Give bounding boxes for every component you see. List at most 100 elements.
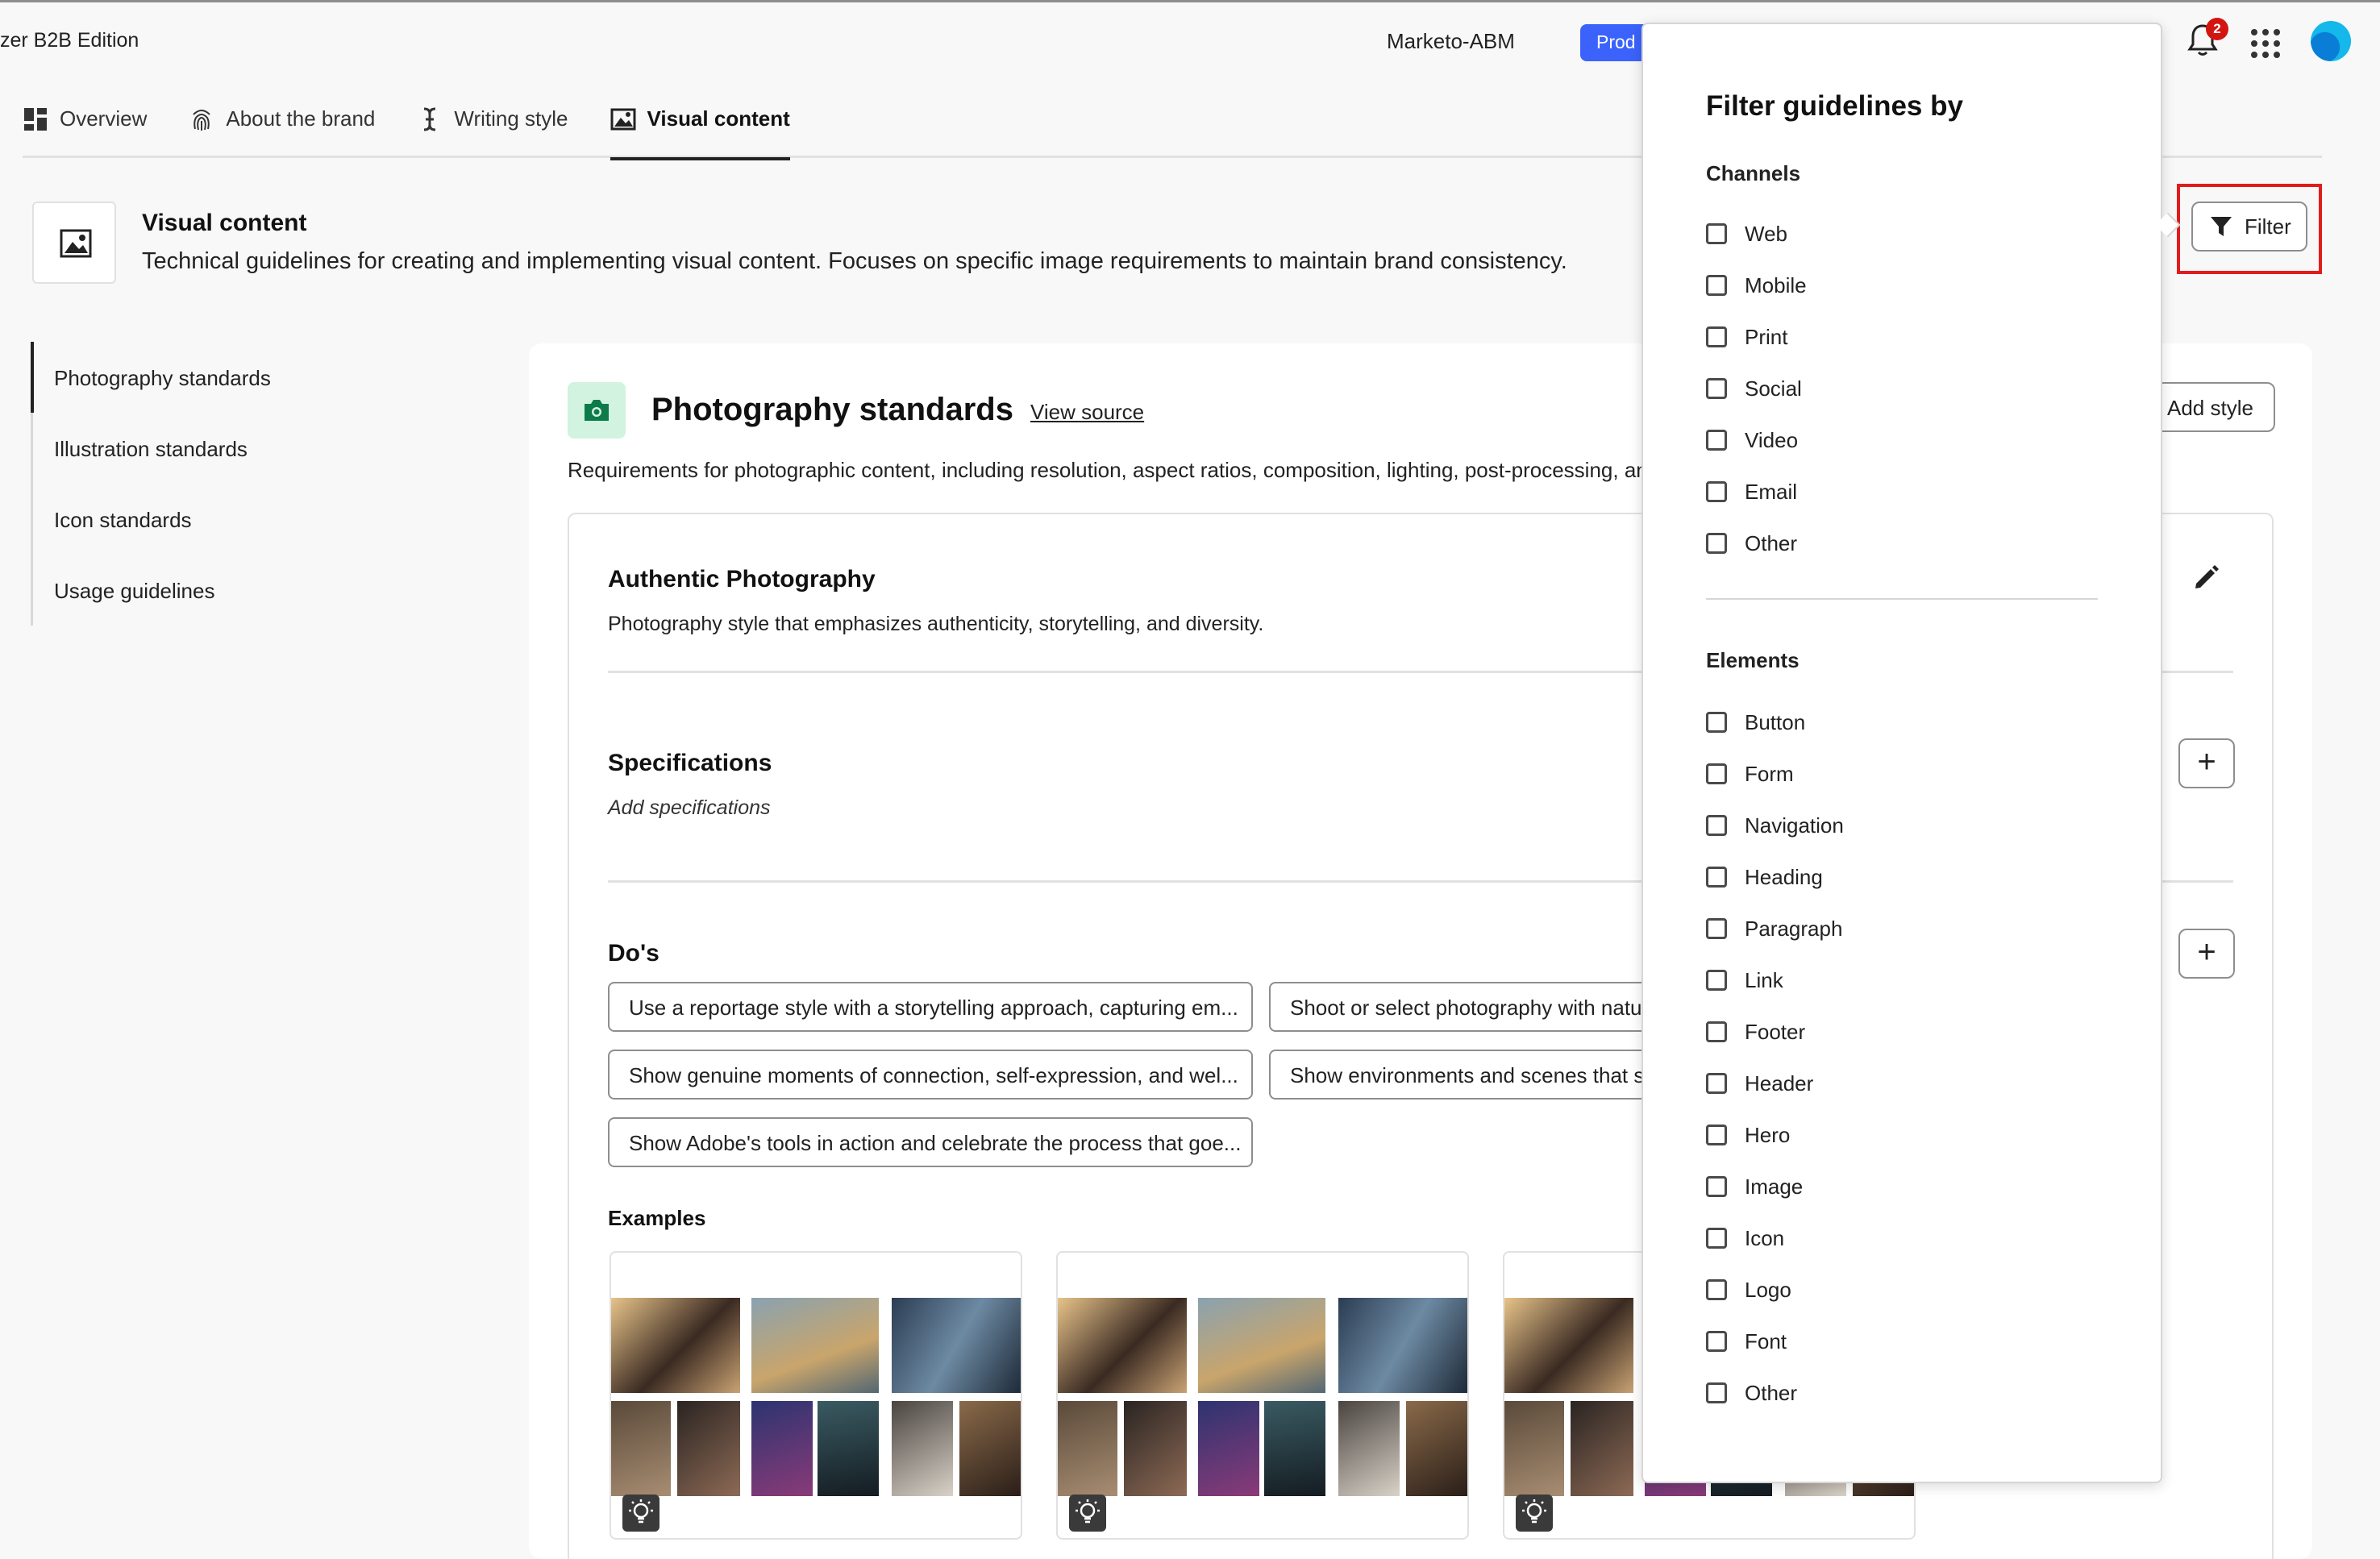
tab-label: Writing style	[454, 106, 568, 131]
checkbox-label: Video	[1745, 427, 1799, 452]
left-nav: Photography standards Illustration stand…	[31, 342, 305, 626]
checkbox[interactable]	[1706, 533, 1727, 554]
lightbulb-icon	[1516, 1495, 1553, 1532]
checkbox[interactable]	[1706, 815, 1727, 836]
element-header-checkbox[interactable]: Header	[1706, 1058, 1813, 1109]
image-icon	[60, 229, 92, 258]
checkbox-label: Navigation	[1745, 813, 1844, 838]
checkbox[interactable]	[1706, 1279, 1727, 1300]
checkbox[interactable]	[1706, 712, 1727, 733]
checkbox-label: Print	[1745, 324, 1788, 349]
checkbox[interactable]	[1706, 1382, 1727, 1403]
checkbox[interactable]	[1706, 223, 1727, 244]
element-button-checkbox[interactable]: Button	[1706, 696, 1805, 748]
channel-other-checkbox[interactable]: Other	[1706, 518, 1797, 569]
add-do-button[interactable]: +	[2178, 929, 2235, 979]
checkbox[interactable]	[1706, 1073, 1727, 1094]
checkbox[interactable]	[1706, 867, 1727, 888]
add-specification-button[interactable]: +	[2178, 738, 2235, 788]
checkbox[interactable]	[1706, 275, 1727, 296]
channels-title: Channels	[1706, 161, 1801, 185]
channel-video-checkbox[interactable]: Video	[1706, 414, 1798, 466]
checkbox[interactable]	[1706, 1331, 1727, 1352]
popover-divider	[1706, 598, 2098, 600]
tab-about-the-brand[interactable]: About the brand	[189, 103, 375, 158]
element-form-checkbox[interactable]: Form	[1706, 748, 1794, 800]
checkbox[interactable]	[1706, 481, 1727, 502]
checkbox[interactable]	[1706, 918, 1727, 939]
workspace-name[interactable]: Marketo-ABM	[1387, 29, 1515, 54]
channel-print-checkbox[interactable]: Print	[1706, 311, 1787, 363]
leftnav-item-illustration[interactable]: Illustration standards	[33, 413, 305, 484]
tab-overview[interactable]: Overview	[23, 103, 147, 158]
tab-visual-content[interactable]: Visual content	[610, 103, 790, 160]
element-font-checkbox[interactable]: Font	[1706, 1316, 1787, 1367]
dos-title: Do's	[608, 940, 659, 967]
checkbox-label: Social	[1745, 376, 1802, 401]
popover-title: Filter guidelines by	[1706, 90, 1963, 122]
page-icon-box	[32, 202, 116, 284]
element-paragraph-checkbox[interactable]: Paragraph	[1706, 903, 1842, 954]
filter-button[interactable]: Filter	[2191, 202, 2307, 252]
checkbox[interactable]	[1706, 378, 1727, 399]
checkbox[interactable]	[1706, 1176, 1727, 1197]
element-icon-checkbox[interactable]: Icon	[1706, 1212, 1784, 1264]
channel-email-checkbox[interactable]: Email	[1706, 466, 1797, 518]
element-navigation-checkbox[interactable]: Navigation	[1706, 800, 1844, 851]
element-heading-checkbox[interactable]: Heading	[1706, 851, 1823, 903]
checkbox-label: Form	[1745, 761, 1794, 786]
add-specifications-placeholder[interactable]: Add specifications	[608, 796, 771, 820]
example-card[interactable]	[1056, 1251, 1469, 1540]
add-style-button[interactable]: Add style	[2145, 382, 2275, 432]
section-title: Photography standards	[651, 392, 1013, 427]
element-hero-checkbox[interactable]: Hero	[1706, 1109, 1790, 1161]
checkbox-label: Mobile	[1745, 272, 1807, 297]
do-chip[interactable]: Shoot or select photography with natu	[1269, 982, 1641, 1032]
lightbulb-icon	[1069, 1495, 1106, 1532]
tab-writing-style[interactable]: Writing style	[417, 103, 568, 158]
avatar[interactable]	[2311, 21, 2351, 61]
checkbox[interactable]	[1706, 970, 1727, 991]
app-title: zer B2B Edition	[0, 29, 139, 52]
checkbox[interactable]	[1706, 1228, 1727, 1249]
checkbox-label: Other	[1745, 530, 1798, 555]
do-chip[interactable]: Show environments and scenes that se	[1269, 1050, 1641, 1100]
checkbox[interactable]	[1706, 1021, 1727, 1042]
channel-web-checkbox[interactable]: Web	[1706, 208, 1787, 260]
element-other-checkbox[interactable]: Other	[1706, 1367, 1797, 1419]
channel-social-checkbox[interactable]: Social	[1706, 363, 1802, 414]
checkbox-label: Footer	[1745, 1019, 1806, 1044]
element-image-checkbox[interactable]: Image	[1706, 1161, 1803, 1212]
checkbox[interactable]	[1706, 763, 1727, 784]
filter-icon	[2211, 217, 2232, 236]
do-chip[interactable]: Show Adobe's tools in action and celebra…	[608, 1117, 1253, 1167]
checkbox-label: Web	[1745, 221, 1787, 246]
leftnav-item-photography[interactable]: Photography standards	[31, 342, 305, 413]
element-link-checkbox[interactable]: Link	[1706, 954, 1783, 1006]
checkbox-label: Paragraph	[1745, 916, 1843, 941]
do-chip[interactable]: Use a reportage style with a storytellin…	[608, 982, 1253, 1032]
example-card[interactable]	[610, 1251, 1022, 1540]
checkbox-label: Other	[1745, 1380, 1798, 1405]
checkbox-label: Logo	[1745, 1277, 1791, 1302]
checkbox[interactable]	[1706, 326, 1727, 347]
element-logo-checkbox[interactable]: Logo	[1706, 1264, 1791, 1316]
checkbox[interactable]	[1706, 430, 1727, 451]
leftnav-item-usage[interactable]: Usage guidelines	[33, 555, 305, 626]
element-footer-checkbox[interactable]: Footer	[1706, 1006, 1805, 1058]
page-title: Visual content	[142, 210, 307, 236]
tab-label: Visual content	[647, 106, 790, 131]
do-chip[interactable]: Show genuine moments of connection, self…	[608, 1050, 1253, 1100]
leftnav-item-icon[interactable]: Icon standards	[33, 484, 305, 555]
app-grid-icon[interactable]	[2251, 29, 2280, 58]
edit-icon[interactable]	[2190, 561, 2222, 593]
examples-title: Examples	[608, 1206, 706, 1230]
checkbox-label: Hero	[1745, 1122, 1791, 1147]
view-source-link[interactable]: View source	[1030, 400, 1144, 425]
specifications-title: Specifications	[608, 750, 772, 776]
checkbox[interactable]	[1706, 1125, 1727, 1145]
image-icon	[610, 106, 636, 132]
channel-mobile-checkbox[interactable]: Mobile	[1706, 260, 1807, 311]
section-description: Requirements for photographic content, i…	[568, 458, 1648, 482]
elements-title: Elements	[1706, 648, 1800, 672]
